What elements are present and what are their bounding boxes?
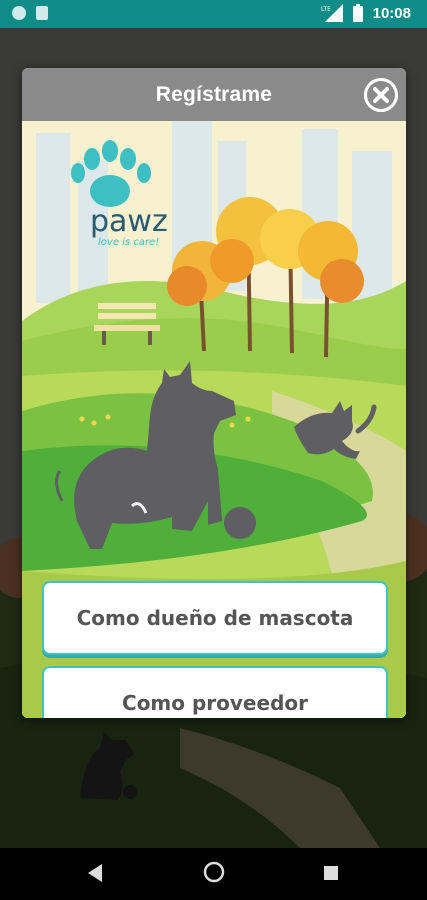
recents-icon[interactable] [322,864,340,886]
home-icon[interactable] [202,860,226,888]
close-icon [364,78,398,112]
dialog-header: Regístrame [22,68,406,121]
park-illustration: pawz love is care! Como dueño de mascota… [22,121,406,718]
provider-button[interactable]: Como proveedor [42,666,388,718]
dialog-title: Regístrame [155,83,273,106]
logo-name: pawz [90,204,168,239]
logo-tagline: love is care! [98,237,159,248]
pet-owner-button[interactable]: Como dueño de mascota [42,581,388,655]
navigation-bar [0,848,427,900]
status-bar: LTE 10:08 [0,0,427,28]
network-label: LTE [321,6,331,13]
status-time: 10:08 [372,4,411,22]
notification-dot-icon [12,6,26,20]
close-button[interactable] [364,78,398,112]
signal-icon: LTE [321,4,343,22]
back-icon[interactable] [86,862,106,888]
battery-icon [352,4,363,22]
register-dialog: Regístrame pawz love is care! Como dueño… [22,68,406,718]
sd-card-icon [36,6,48,20]
